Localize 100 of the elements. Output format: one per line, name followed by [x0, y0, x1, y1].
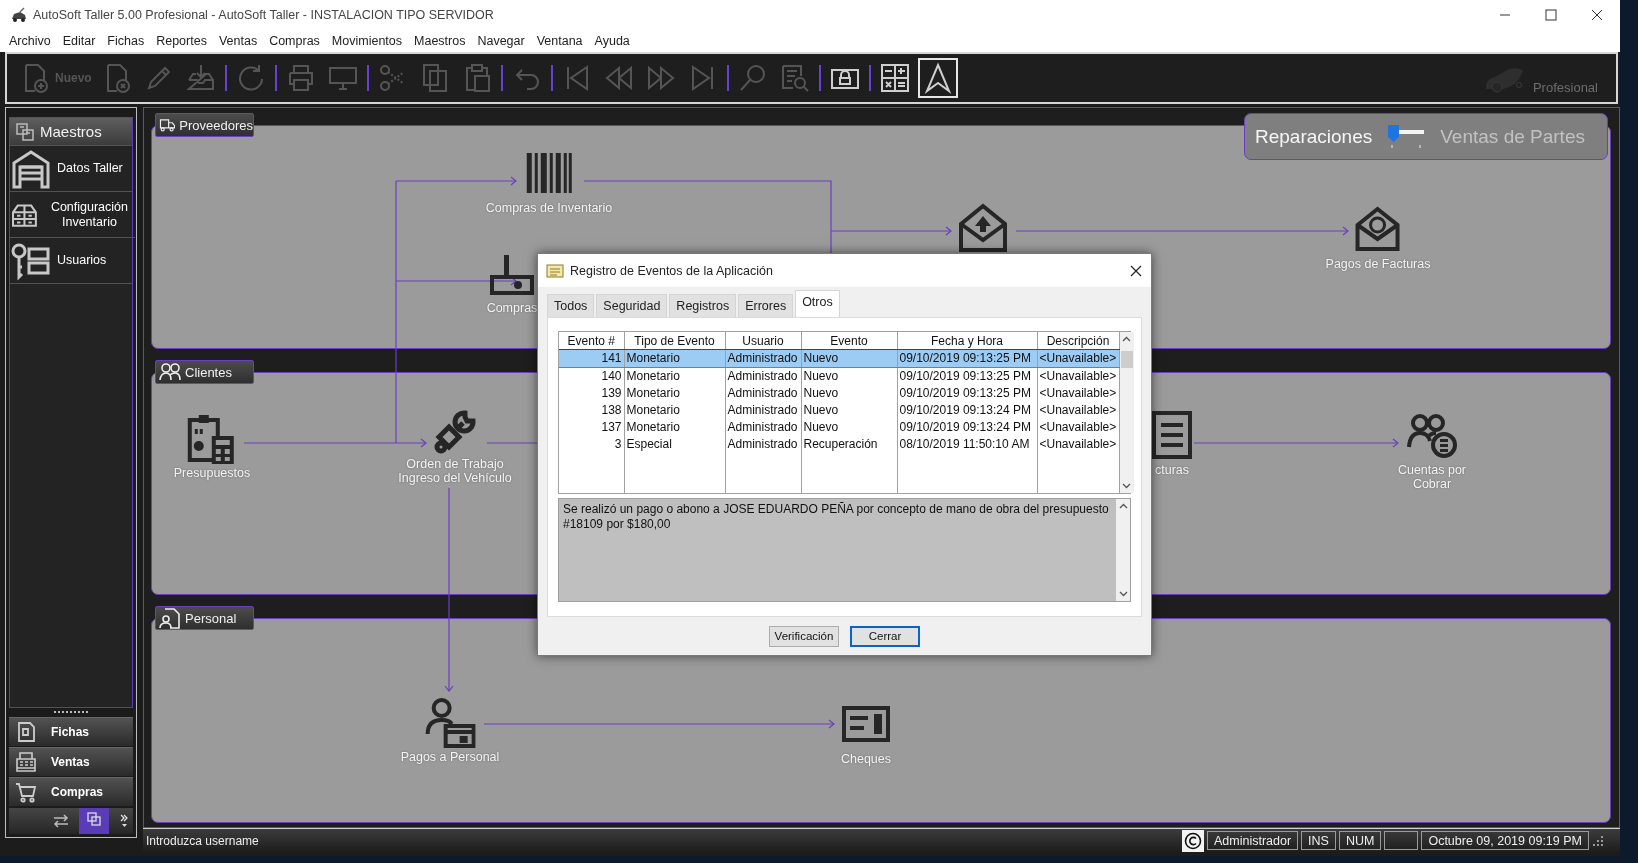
tab[interactable]: Otros: [795, 290, 840, 317]
menu-item[interactable]: Reportes: [150, 34, 213, 48]
sidebar-item[interactable]: Datos Taller: [10, 146, 132, 192]
scroll-thumb[interactable]: [1120, 351, 1133, 368]
table-cell: 3: [559, 436, 624, 453]
layers-icon: [15, 121, 35, 142]
section-title: Clientes: [185, 364, 232, 380]
table-cell: 09/10/2019 09:13:25 PM: [897, 385, 1037, 402]
table-cell: Monetario: [624, 402, 725, 419]
description-text: Se realizó un pago o abono a JOSE EDUARDO PEÑA por concepto de mano de obra del presupuesto #18109 por $180,00: [562, 501, 1110, 533]
person-document-icon: [159, 607, 181, 629]
connector-line: [486, 442, 539, 444]
tab[interactable]: Todos: [547, 294, 595, 317]
column-header[interactable]: Usuario: [725, 332, 801, 350]
log-icon: [546, 262, 564, 279]
table-cell: Recuperación: [801, 436, 897, 453]
close-icon[interactable]: [1129, 263, 1143, 278]
scroll-down-icon[interactable]: [1121, 482, 1132, 490]
tab[interactable]: Registros: [669, 294, 737, 317]
column-header[interactable]: Tipo de Evento: [624, 332, 725, 350]
group-button[interactable]: Compras: [9, 777, 133, 806]
table-cell: <Unavailable>: [1037, 402, 1119, 419]
table-cell: 137: [559, 419, 624, 436]
column-header[interactable]: Fecha y Hora: [897, 332, 1037, 350]
menu-item[interactable]: Ventas: [212, 34, 264, 48]
close-icon[interactable]: [1589, 7, 1605, 23]
table-cell: 139: [559, 385, 624, 402]
mode-option[interactable]: Reparaciones: [1255, 125, 1373, 148]
table-cell: <Unavailable>: [1037, 419, 1119, 436]
cart-icon: [15, 781, 37, 803]
table-cell: Administrado: [725, 367, 801, 385]
column-header[interactable]: Evento: [801, 332, 897, 350]
table-cell: Administrado: [725, 402, 801, 419]
status-panel: NUM: [1338, 831, 1382, 850]
tab[interactable]: Errores: [738, 294, 794, 317]
group-button[interactable]: Ventas: [9, 747, 133, 776]
table-cell: Monetario: [624, 385, 725, 402]
table-cell: Monetario: [624, 367, 725, 385]
table-cell: 08/10/2019 11:50:10 AM: [897, 436, 1037, 453]
table-cell: 09/10/2019 09:13:25 PM: [897, 367, 1037, 385]
resize-grip-icon[interactable]: [1592, 834, 1604, 847]
table-cell: Administrado: [725, 419, 801, 436]
table-cell: Nuevo: [801, 419, 897, 436]
swap-arrows-icon[interactable]: [53, 814, 69, 828]
person-card-icon: [424, 696, 476, 748]
table-cell: 140: [559, 367, 624, 385]
group-header[interactable]: Maestros: [10, 118, 132, 146]
box-upload-icon[interactable]: [959, 203, 1007, 252]
window-title: AutoSoft Taller 5.00 Profesional - AutoSoft Taller - INSTALACION TIPO SERVIDOR: [33, 8, 494, 22]
table-cell: Especial: [624, 436, 725, 453]
windows-icon: [87, 812, 101, 826]
table-cell: Nuevo: [801, 402, 897, 419]
status-message: Introduzca username: [146, 833, 260, 848]
table-cell: <Unavailable>: [1037, 436, 1119, 453]
table-cell: Monetario: [624, 419, 725, 436]
table-cell: Nuevo: [801, 385, 897, 402]
menu-item[interactable]: Ayuda: [588, 34, 636, 48]
dialog-button[interactable]: Verificación: [769, 625, 839, 647]
section-title: Personal: [185, 610, 237, 626]
garage-icon: [11, 148, 51, 189]
menu-item[interactable]: Editar: [56, 34, 102, 48]
copyright-icon: [1182, 829, 1204, 852]
status-panel: [1384, 831, 1419, 850]
sidebar-item[interactable]: Configuración Inventario: [10, 192, 135, 238]
column-header[interactable]: Descripción: [1037, 332, 1119, 350]
menu-item[interactable]: Movimientos: [325, 34, 409, 48]
table-cell: Nuevo: [801, 367, 897, 385]
menu-item[interactable]: Ventana: [530, 34, 589, 48]
dialog-button[interactable]: Cerrar: [850, 625, 920, 647]
maximize-icon[interactable]: [1543, 7, 1559, 23]
menu-item[interactable]: Navegar: [471, 34, 531, 48]
table-cell: <Unavailable>: [1037, 385, 1119, 402]
table-cell: <Unavailable>: [1037, 367, 1119, 385]
status-panel: INS: [1301, 831, 1336, 850]
column-header[interactable]: Evento #: [559, 332, 624, 350]
table-cell: Administrado: [725, 436, 801, 453]
status-panel: Octubre 09, 2019 09:19 PM: [1421, 831, 1589, 850]
status-panel: Administrador: [1207, 831, 1299, 850]
dialog-title: Registro de Eventos de la Aplicación: [570, 263, 774, 278]
group-button[interactable]: Fichas: [9, 717, 133, 746]
scroll-up-icon[interactable]: [1121, 335, 1132, 343]
people-icon: [159, 361, 181, 383]
calculator-icon: [878, 62, 911, 94]
tab[interactable]: Seguridad: [596, 294, 668, 317]
edition-label: Profesional: [1532, 80, 1598, 95]
cash-register-icon: [15, 751, 37, 773]
sidebar-item[interactable]: Usuarios: [10, 238, 132, 284]
toolbar-button[interactable]: [917, 58, 958, 98]
chevron-icon[interactable]: [119, 814, 129, 828]
scroll-up-icon[interactable]: [1117, 502, 1129, 510]
menu-item[interactable]: Fichas: [101, 34, 151, 48]
app-icon: [10, 7, 28, 23]
menu-item[interactable]: Compras: [263, 34, 326, 48]
menu-item[interactable]: Archivo: [3, 34, 57, 48]
scroll-down-icon[interactable]: [1117, 590, 1129, 598]
table-cell: 09/10/2019 09:13:24 PM: [897, 419, 1037, 436]
layout-toggle[interactable]: [79, 808, 109, 834]
table-cell: Administrado: [725, 385, 801, 402]
menu-item[interactable]: Maestros: [408, 34, 472, 48]
document-icon: [15, 721, 37, 743]
